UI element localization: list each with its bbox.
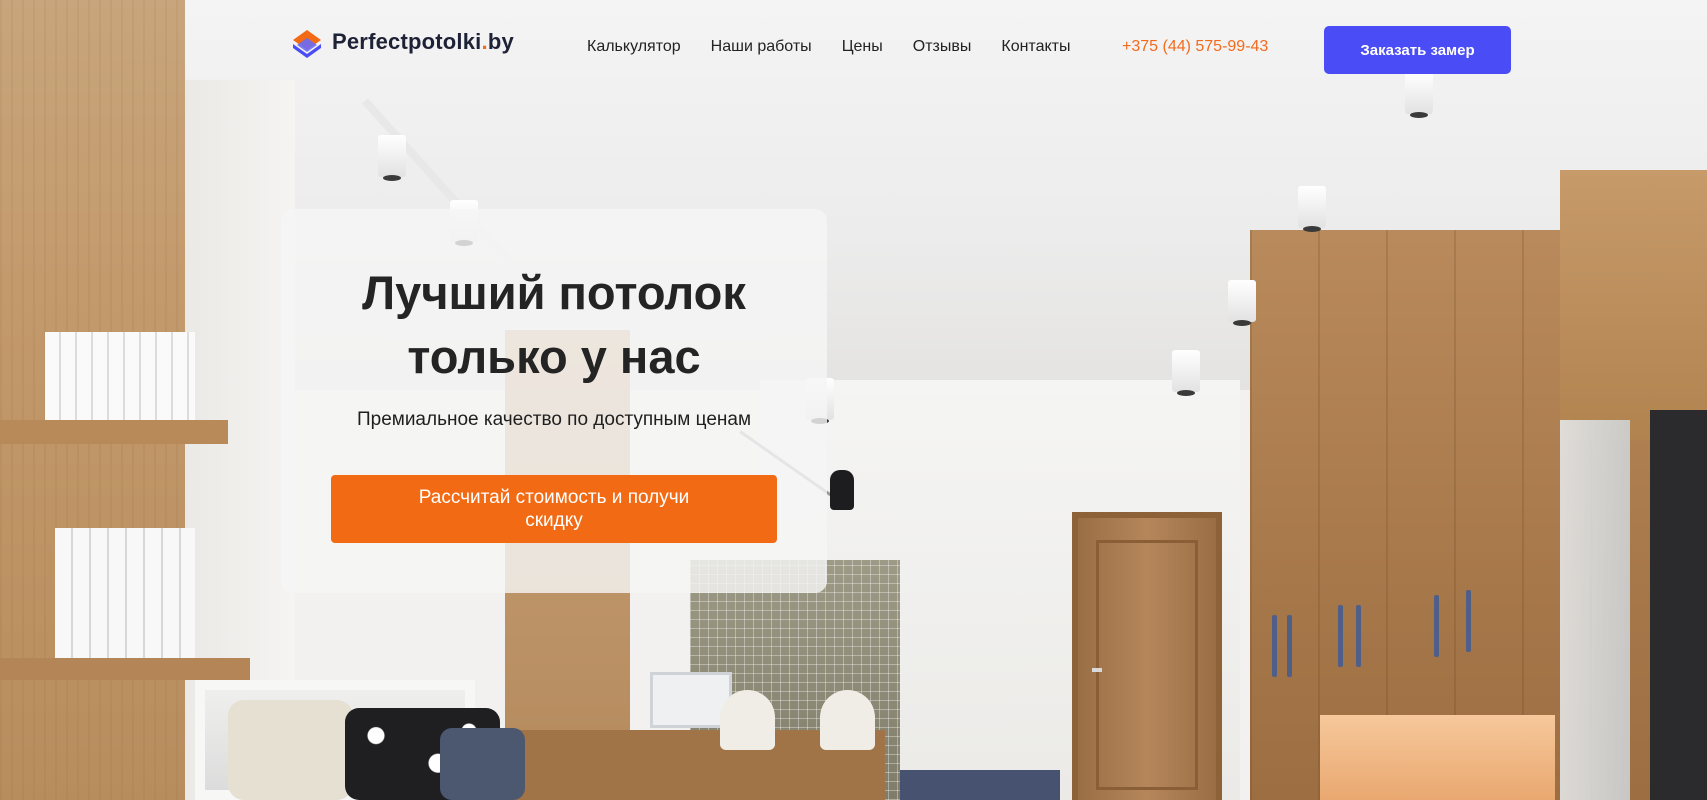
bench (900, 770, 1060, 800)
books-upper (45, 332, 195, 422)
wardrobe-handle (1466, 590, 1471, 652)
wardrobe-upper (1560, 170, 1707, 440)
shelf-upper (0, 420, 228, 444)
downlight-icon (1228, 280, 1256, 326)
lit-niche (1320, 715, 1555, 800)
hero-card: Лучший потолок только у нас Премиальное … (281, 209, 827, 593)
nav-item-reviews[interactable]: Отзывы (913, 38, 972, 56)
chair (720, 690, 775, 750)
chair (820, 690, 875, 750)
spotlight-icon (378, 135, 406, 181)
wardrobe-handle (1356, 605, 1361, 667)
diamond-layers-icon (290, 26, 324, 58)
glass-partition (1560, 420, 1630, 800)
hero-subtitle: Премиальное качество по доступным ценам (356, 409, 752, 430)
phone-link[interactable]: +375 (44) 575-99-43 (1122, 38, 1268, 56)
calculate-cost-button[interactable]: Рассчитай стоимость и получи скидку (331, 475, 777, 543)
downlight-icon (1172, 350, 1200, 396)
logo[interactable]: Perfectpotolki.by (290, 26, 514, 58)
hero-title-line-1: Лучший потолок (362, 266, 746, 319)
hero-title-line-2: только у нас (407, 330, 701, 383)
logo-text: Perfectpotolki.by (332, 29, 514, 54)
wardrobe-handle (1272, 615, 1277, 677)
nav-item-prices[interactable]: Цены (842, 38, 883, 56)
hero-background-image (0, 0, 1707, 800)
main-nav: Калькулятор Наши работы Цены Отзывы Конт… (587, 38, 1070, 56)
door-panel (1096, 540, 1198, 790)
wardrobe-handle (1287, 615, 1292, 677)
dark-cabinet (1650, 410, 1707, 800)
downlight-icon (1298, 186, 1326, 232)
wardrobe-handle (1338, 605, 1343, 667)
door (1072, 512, 1222, 800)
pillow-blue (440, 728, 525, 800)
nav-item-calculator[interactable]: Калькулятор (587, 38, 681, 56)
hero-title: Лучший потолок только у нас (281, 261, 827, 389)
pillow (228, 700, 353, 800)
door-handle (1092, 668, 1102, 672)
shelf-lower (0, 658, 250, 680)
nav-item-contacts[interactable]: Контакты (1001, 38, 1070, 56)
nav-item-works[interactable]: Наши работы (711, 38, 812, 56)
site-header: Perfectpotolki.by Калькулятор Наши работ… (0, 0, 1707, 96)
books-lower (55, 528, 195, 658)
order-measurement-button[interactable]: Заказать замер (1324, 26, 1511, 74)
wardrobe-handle (1434, 595, 1439, 657)
lamp-icon (830, 470, 854, 510)
